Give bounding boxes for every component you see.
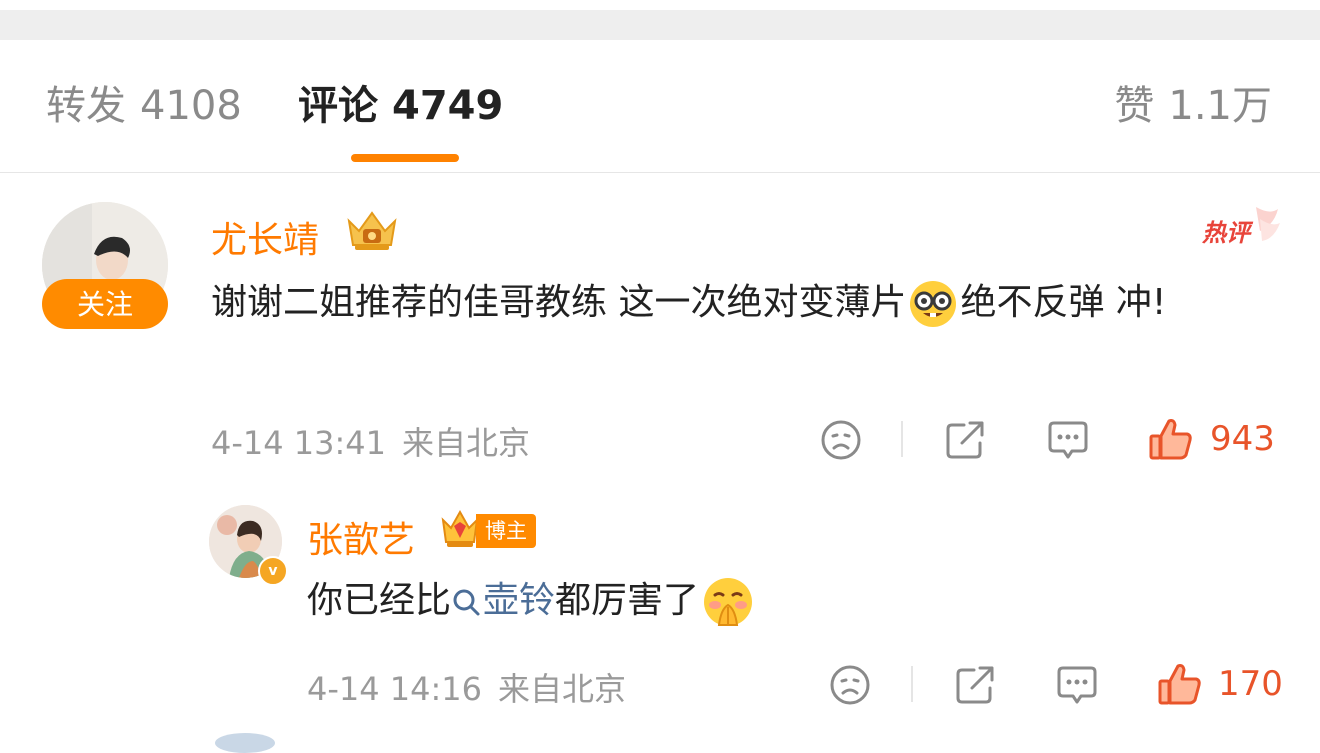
top-band bbox=[0, 0, 1320, 40]
search-icon bbox=[453, 589, 480, 616]
reply-text-part2: 都厉害了 bbox=[555, 580, 700, 621]
shush-face-emoji-icon bbox=[704, 578, 753, 626]
tab-repost[interactable]: 转发 4108 bbox=[46, 73, 242, 131]
reply-thumbs-up-icon[interactable] bbox=[1157, 661, 1203, 707]
reply-comment-icon-2[interactable] bbox=[1055, 664, 1099, 706]
active-tab-underline bbox=[351, 154, 459, 162]
tab-like[interactable]: 赞 1.1万 bbox=[1114, 73, 1272, 131]
blogger-tag: 博主 bbox=[476, 514, 536, 548]
comment-time: 4-14 13:41 bbox=[211, 424, 387, 462]
reply-share-icon[interactable] bbox=[954, 664, 998, 706]
next-avatar-peek bbox=[215, 733, 275, 753]
comment-text-part1: 谢谢二姐推荐的佳哥教练 这一次绝对变薄片 bbox=[211, 282, 907, 323]
tab-comment-count: 4749 bbox=[392, 83, 504, 129]
tab-repost-label: 转发 bbox=[46, 83, 126, 129]
reply-like-count: 170 bbox=[1218, 664, 1283, 704]
top-gray-strip bbox=[0, 10, 1320, 40]
blogger-crown-icon bbox=[441, 509, 479, 547]
topic-link-label: 壶铃 bbox=[483, 580, 556, 621]
hot-comment-badge: 热评 bbox=[1201, 207, 1280, 247]
hot-comment-label: 热评 bbox=[1201, 219, 1254, 247]
share-icon[interactable] bbox=[944, 419, 988, 461]
follow-button[interactable]: 关注 bbox=[42, 279, 168, 329]
tab-bar: 转发 4108 评论 4749 赞 1.1万 bbox=[0, 40, 1320, 173]
reply-text: 你已经比 壶铃都厉害了 bbox=[307, 567, 1307, 635]
reply-username[interactable]: 张歆艺 bbox=[307, 511, 415, 563]
dislike-face-icon[interactable] bbox=[820, 419, 862, 461]
reply-dislike-face-icon[interactable] bbox=[829, 664, 871, 706]
reply-comment-icon[interactable] bbox=[1046, 419, 1090, 461]
tab-repost-count: 4108 bbox=[140, 83, 242, 129]
reply-time: 4-14 14:16 bbox=[307, 670, 483, 708]
comment-text: 谢谢二姐推荐的佳哥教练 这一次绝对变薄片 绝不反弹 冲! bbox=[211, 269, 1271, 337]
verified-v-icon: v bbox=[258, 556, 288, 586]
reply-text-part1: 你已经比 bbox=[307, 580, 452, 621]
tab-like-label: 赞 bbox=[1114, 83, 1155, 129]
crown-icon bbox=[347, 211, 397, 250]
reply-location: 来自北京 bbox=[498, 670, 627, 708]
action-divider bbox=[901, 421, 903, 457]
nerd-face-emoji-icon bbox=[910, 281, 957, 327]
comment-meta: 4-14 13:41 来自北京 bbox=[211, 418, 530, 464]
like-count: 943 bbox=[1210, 419, 1275, 459]
comment-location: 来自北京 bbox=[402, 424, 531, 462]
comment-text-part2: 绝不反弹 冲! bbox=[960, 282, 1167, 323]
reply-meta: 4-14 14:16 来自北京 bbox=[307, 664, 626, 710]
tab-comment-label: 评论 bbox=[298, 83, 378, 129]
reply-action-divider bbox=[911, 666, 913, 702]
thumbs-up-icon[interactable] bbox=[1148, 416, 1194, 462]
tab-like-count: 1.1万 bbox=[1168, 83, 1272, 129]
topic-link[interactable]: 壶铃 bbox=[451, 580, 555, 621]
comment-username[interactable]: 尤长靖 bbox=[211, 211, 319, 263]
tab-comment[interactable]: 评论 4749 bbox=[298, 73, 503, 131]
